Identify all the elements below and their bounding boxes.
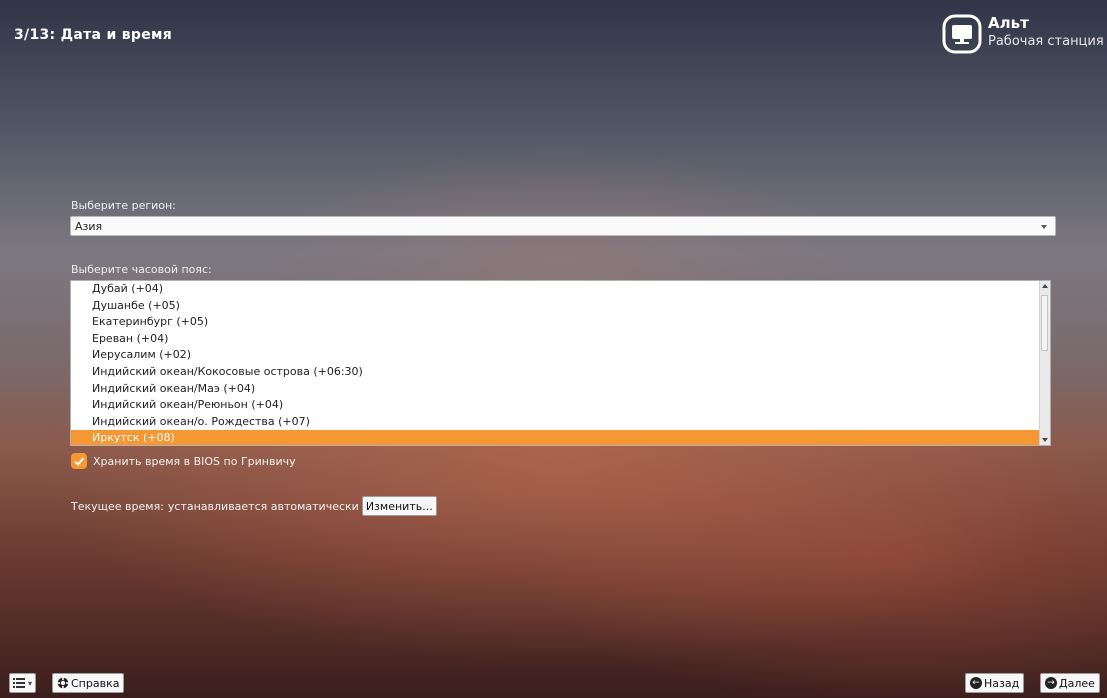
- scroll-up-arrow-icon[interactable]: [1042, 284, 1048, 288]
- timezone-list-item[interactable]: Дубай (+04): [71, 281, 1050, 298]
- timezone-list-item[interactable]: Душанбе (+05): [71, 298, 1050, 315]
- timezone-list-item[interactable]: Индийский океан/о. Рождества (+07): [71, 414, 1050, 431]
- current-time-row: Текущее время: устанавливается автоматич…: [71, 496, 437, 516]
- bios-utc-checkbox[interactable]: [71, 453, 87, 469]
- brand-name: Альт: [988, 14, 1029, 32]
- brand-subtitle: Рабочая станция: [988, 34, 1104, 49]
- next-label: Далее: [1059, 676, 1095, 690]
- back-label: Назад: [984, 676, 1020, 690]
- help-button[interactable]: Справка: [52, 673, 125, 693]
- timezone-label: Выберите часовой пояс:: [71, 263, 212, 276]
- timezone-list-item[interactable]: Ереван (+04): [71, 331, 1050, 348]
- region-select[interactable]: Азия: [70, 216, 1056, 236]
- timezone-list-item[interactable]: Екатеринбург (+05): [71, 314, 1050, 331]
- monitor-icon: [942, 14, 982, 54]
- help-label: Справка: [71, 676, 120, 690]
- timezone-list-item[interactable]: Иркутск (+08): [71, 430, 1040, 445]
- timezone-scrollbar[interactable]: [1039, 281, 1050, 445]
- chevron-down-icon: [1041, 225, 1047, 229]
- next-button[interactable]: → Далее: [1040, 673, 1100, 693]
- region-label: Выберите регион:: [71, 199, 176, 212]
- timezone-list-item[interactable]: Индийский океан/Кокосовые острова (+06:3…: [71, 364, 1050, 381]
- list-icon: [13, 678, 25, 688]
- menu-button[interactable]: ▾: [9, 673, 37, 693]
- scroll-down-arrow-icon[interactable]: [1042, 438, 1048, 442]
- back-button[interactable]: ← Назад: [965, 673, 1025, 693]
- timezone-list-item[interactable]: Иерусалим (+02): [71, 347, 1050, 364]
- scroll-thumb[interactable]: [1041, 295, 1048, 351]
- timezone-list-item[interactable]: Индийский океан/Маэ (+04): [71, 381, 1050, 398]
- timezone-list[interactable]: Дубай (+04) Душанбе (+05) Екатеринбург (+0…: [70, 280, 1051, 446]
- step-title: 3/13: Дата и время: [14, 27, 173, 43]
- bios-utc-label: Хранить время в BIOS по Гринвичу: [93, 454, 296, 468]
- timezone-list-item[interactable]: Индийский океан/Реюньон (+04): [71, 397, 1050, 414]
- back-arrow-icon: ←: [970, 677, 982, 689]
- current-time-value: устанавливается автоматически: [167, 499, 359, 513]
- lifebuoy-icon: [57, 677, 69, 689]
- brand: Альт Рабочая станция: [942, 14, 1104, 54]
- region-select-value: Азия: [75, 220, 103, 233]
- next-arrow-icon: →: [1045, 677, 1057, 689]
- current-time-label: Текущее время:: [71, 499, 164, 513]
- dropdown-arrow-icon: ▾: [28, 678, 33, 688]
- bios-utc-row[interactable]: Хранить время в BIOS по Гринвичу: [71, 453, 296, 469]
- change-time-button[interactable]: Изменить...: [361, 496, 437, 516]
- checkmark-icon: [74, 457, 85, 466]
